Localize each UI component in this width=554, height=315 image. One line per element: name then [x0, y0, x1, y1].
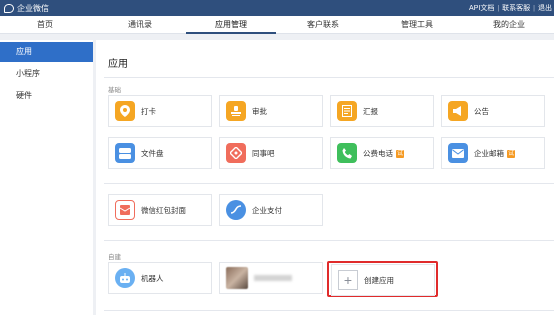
phone-icon [337, 143, 357, 163]
trial-badge: 试 [396, 149, 404, 158]
blurred-app-name [254, 275, 292, 281]
sidebar-item-miniprograms[interactable]: 小程序 [0, 64, 93, 84]
location-pin-icon [115, 101, 135, 121]
app-label: 审批 [252, 106, 267, 116]
chat-bubble-icon [4, 3, 14, 13]
separator: | [533, 4, 535, 12]
app-label: 同事吧 [252, 148, 275, 158]
top-header: 企业微信 API文档 | 联系客服 | 退出 [0, 0, 554, 16]
main-panel: 应用 基础 打卡 审批 汇报 公告 文件盘 同事吧 公费电话 试 企业邮箱 试 … [96, 40, 554, 315]
divider [104, 240, 554, 241]
nav-app-management[interactable]: 应用管理 [186, 16, 276, 34]
app-card-colleague-forum[interactable]: 同事吧 [219, 137, 323, 169]
create-app-button[interactable]: + 创建应用 [331, 264, 435, 296]
section-label-basic: 基础 [108, 87, 121, 94]
nav-customer-contact[interactable]: 客户联系 [278, 16, 368, 34]
app-card-public-phone[interactable]: 公费电话试 [330, 137, 434, 169]
contact-support-link[interactable]: 联系客服 [502, 3, 530, 13]
plus-icon: + [338, 270, 358, 290]
app-label: 微信红包封面 [141, 205, 186, 215]
app-card-clock-in[interactable]: 打卡 [108, 95, 212, 127]
app-card-enterprise-mail[interactable]: 企业邮箱试 [441, 137, 545, 169]
mail-icon [448, 143, 468, 163]
main-nav: 首页 通讯录 应用管理 客户联系 管理工具 我的企业 [0, 16, 554, 34]
app-label: 打卡 [141, 106, 156, 116]
app-card-report[interactable]: 汇报 [330, 95, 434, 127]
diamond-icon [226, 143, 246, 163]
divider [104, 310, 554, 311]
nav-management-tools[interactable]: 管理工具 [372, 16, 462, 34]
app-card-approval[interactable]: 审批 [219, 95, 323, 127]
create-app-highlight: + 创建应用 [327, 261, 438, 297]
app-card-announcement[interactable]: 公告 [441, 95, 545, 127]
divider [104, 77, 554, 78]
red-envelope-icon [115, 200, 135, 220]
stamp-icon [226, 101, 246, 121]
top-links: API文档 | 联系客服 | 退出 [469, 3, 552, 13]
app-card-file-disk[interactable]: 文件盘 [108, 137, 212, 169]
app-label: 汇报 [363, 106, 378, 116]
brand[interactable]: 企业微信 [4, 2, 49, 14]
app-card-red-envelope-cover[interactable]: 微信红包封面 [108, 194, 212, 226]
logout-link[interactable]: 退出 [538, 3, 552, 13]
disk-icon [115, 143, 135, 163]
sidebar-item-hardware[interactable]: 硬件 [0, 86, 93, 106]
app-label: 企业支付 [252, 205, 282, 215]
app-card-robot[interactable]: 机器人 [108, 262, 212, 294]
nav-contacts[interactable]: 通讯录 [95, 16, 185, 34]
report-icon [337, 101, 357, 121]
blurred-avatar [226, 267, 248, 289]
sidebar: 应用 小程序 硬件 [0, 40, 93, 315]
trial-badge: 试 [507, 149, 515, 158]
brand-name: 企业微信 [17, 3, 49, 13]
robot-icon [115, 268, 135, 288]
app-card-enterprise-payment[interactable]: 企业支付 [219, 194, 323, 226]
page-title: 应用 [108, 59, 128, 70]
sidebar-item-apps[interactable]: 应用 [0, 42, 93, 62]
nav-home[interactable]: 首页 [0, 16, 90, 34]
api-docs-link[interactable]: API文档 [469, 3, 494, 13]
divider [104, 183, 554, 184]
app-label: 公告 [474, 106, 489, 116]
create-app-label: 创建应用 [364, 275, 394, 285]
separator: | [497, 4, 500, 12]
nav-my-enterprise[interactable]: 我的企业 [464, 16, 554, 34]
section-label-custom: 自建 [108, 254, 121, 261]
payment-icon [226, 200, 246, 220]
app-label: 企业邮箱试 [474, 148, 515, 158]
app-label: 公费电话试 [363, 148, 404, 158]
app-card-custom-blurred[interactable] [219, 262, 323, 294]
app-label: 机器人 [141, 273, 164, 283]
megaphone-icon [448, 101, 468, 121]
app-label: 文件盘 [141, 148, 164, 158]
